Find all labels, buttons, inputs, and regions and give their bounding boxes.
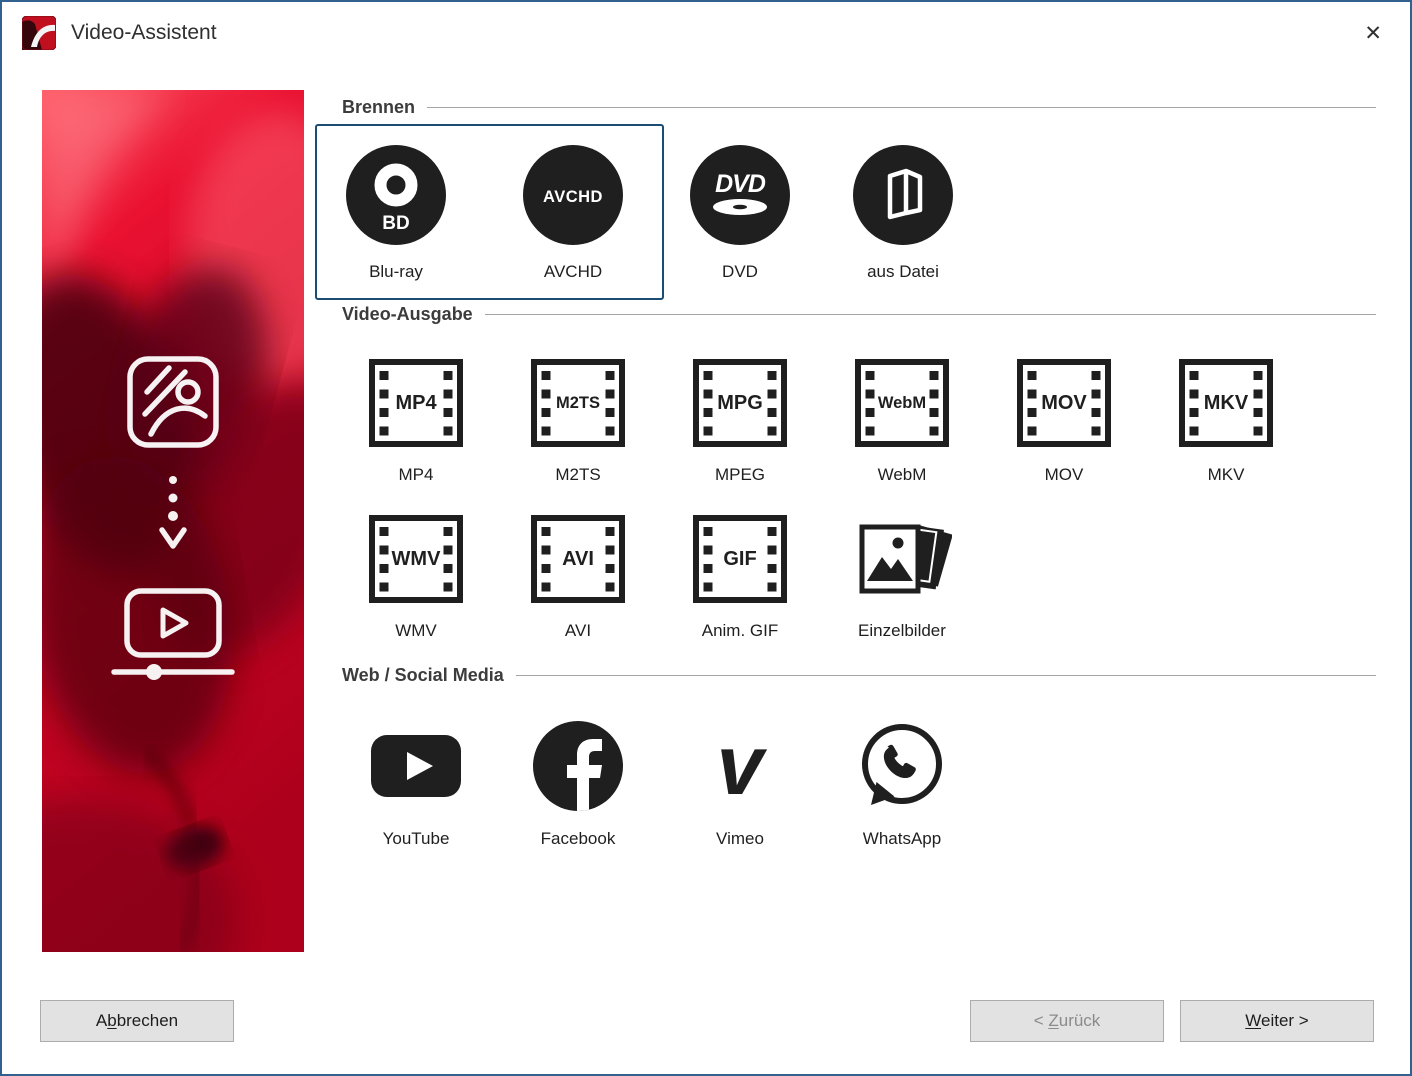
close-button[interactable]: ✕ <box>1356 19 1390 48</box>
option-vimeo[interactable]: v Vimeo <box>680 720 800 849</box>
svg-text:MPG: MPG <box>717 392 763 414</box>
option-label: DVD <box>685 262 795 282</box>
option-label: YouTube <box>356 829 476 849</box>
option-avi[interactable]: AVI AVI <box>518 515 638 641</box>
option-mpeg[interactable]: MPG MPEG <box>680 359 800 485</box>
option-label: MOV <box>1004 465 1124 485</box>
option-label: MPEG <box>680 465 800 485</box>
section-title: Web / Social Media <box>342 664 504 686</box>
svg-text:v: v <box>717 720 768 812</box>
video-assistant-dialog: Video-Assistent ✕ <box>0 0 1412 1076</box>
filmstrip-icon: MKV <box>1179 359 1273 447</box>
option-webm[interactable]: WebM WebM <box>842 359 962 485</box>
option-label: Vimeo <box>680 829 800 849</box>
vimeo-icon: v <box>694 720 786 812</box>
option-label: Anim. GIF <box>680 621 800 641</box>
svg-text:MOV: MOV <box>1041 392 1087 414</box>
svg-text:M2TS: M2TS <box>556 394 600 412</box>
section-title: Brennen <box>342 96 415 118</box>
option-label: MP4 <box>356 465 476 485</box>
whatsapp-icon <box>856 720 948 812</box>
titlebar: Video-Assistent ✕ <box>2 2 1410 64</box>
filmstrip-icon: WebM <box>855 359 949 447</box>
option-avchd[interactable]: AVCHD AVCHD <box>518 145 628 282</box>
button-accesskey: Z <box>1048 1011 1058 1030</box>
option-dvd[interactable]: DVD DVD <box>685 145 795 282</box>
button-accesskey: b <box>107 1011 116 1030</box>
avchd-disc-icon: AVCHD <box>523 145 623 245</box>
option-label: AVCHD <box>518 262 628 282</box>
preview-overlay <box>42 90 304 952</box>
option-label: Blu-ray <box>341 262 451 282</box>
section-divider <box>516 675 1376 676</box>
filmstrip-icon: MPG <box>693 359 787 447</box>
button-text: eiter > <box>1261 1011 1309 1030</box>
filmstrip-icon: M2TS <box>531 359 625 447</box>
app-logo-icon <box>22 16 56 50</box>
option-label: AVI <box>518 621 638 641</box>
svg-text:WMV: WMV <box>392 548 442 570</box>
option-aus-datei[interactable]: aus Datei <box>848 145 958 282</box>
disc-from-file-icon <box>853 145 953 245</box>
option-mp4[interactable]: MP4 MP4 <box>356 359 476 485</box>
option-wmv[interactable]: WMV WMV <box>356 515 476 641</box>
svg-text:AVCHD: AVCHD <box>543 188 603 206</box>
option-anim-gif[interactable]: GIF Anim. GIF <box>680 515 800 641</box>
svg-text:WebM: WebM <box>878 394 926 412</box>
video-player-icon <box>108 588 238 684</box>
filmstrip-icon: WMV <box>369 515 463 603</box>
option-bluray[interactable]: BD Blu-ray <box>341 145 451 282</box>
option-label: WhatsApp <box>842 829 962 849</box>
svg-text:MP4: MP4 <box>395 392 437 414</box>
option-whatsapp[interactable]: WhatsApp <box>842 720 962 849</box>
option-label: WMV <box>356 621 476 641</box>
button-text: < <box>1034 1011 1049 1030</box>
svg-text:DVD: DVD <box>715 170 766 198</box>
option-facebook[interactable]: Facebook <box>518 720 638 849</box>
filmstrip-icon: GIF <box>693 515 787 603</box>
dvd-disc-icon: DVD <box>690 145 790 245</box>
option-label: MKV <box>1166 465 1286 485</box>
youtube-icon <box>370 720 462 812</box>
photo-media-icon <box>125 354 221 450</box>
section-divider <box>485 314 1376 315</box>
cancel-button[interactable]: Abbrechen <box>40 1000 234 1042</box>
section-brennen-heading: Brennen <box>342 96 1376 118</box>
filmstrip-icon: AVI <box>531 515 625 603</box>
option-mkv[interactable]: MKV MKV <box>1166 359 1286 485</box>
option-m2ts[interactable]: M2TS M2TS <box>518 359 638 485</box>
svg-text:BD: BD <box>382 213 409 234</box>
button-accesskey: W <box>1245 1011 1261 1030</box>
filmstrip-icon: MOV <box>1017 359 1111 447</box>
section-title: Video-Ausgabe <box>342 303 473 325</box>
option-label: M2TS <box>518 465 638 485</box>
option-mov[interactable]: MOV MOV <box>1004 359 1124 485</box>
filmstrip-icon: MP4 <box>369 359 463 447</box>
facebook-icon <box>532 720 624 812</box>
option-einzelbilder[interactable]: Einzelbilder <box>842 515 962 641</box>
next-button[interactable]: Weiter > <box>1180 1000 1374 1042</box>
option-label: Facebook <box>518 829 638 849</box>
button-text: A <box>96 1011 107 1030</box>
section-web-social-heading: Web / Social Media <box>342 664 1376 686</box>
image-stack-icon <box>852 515 952 603</box>
button-text: brechen <box>117 1011 178 1030</box>
option-youtube[interactable]: YouTube <box>356 720 476 849</box>
preview-panel <box>42 90 304 952</box>
section-video-ausgabe-heading: Video-Ausgabe <box>342 303 1376 325</box>
arrow-down-dotted-icon <box>158 474 188 558</box>
option-label: Einzelbilder <box>842 621 962 641</box>
button-text: urück <box>1059 1011 1101 1030</box>
svg-text:MKV: MKV <box>1204 392 1249 414</box>
section-divider <box>427 107 1376 108</box>
svg-text:GIF: GIF <box>723 548 756 570</box>
option-label: WebM <box>842 465 962 485</box>
back-button[interactable]: < Zurück <box>970 1000 1164 1042</box>
window-title: Video-Assistent <box>71 21 217 45</box>
svg-text:AVI: AVI <box>562 548 594 570</box>
option-label: aus Datei <box>848 262 958 282</box>
bluray-disc-icon: BD <box>346 145 446 245</box>
